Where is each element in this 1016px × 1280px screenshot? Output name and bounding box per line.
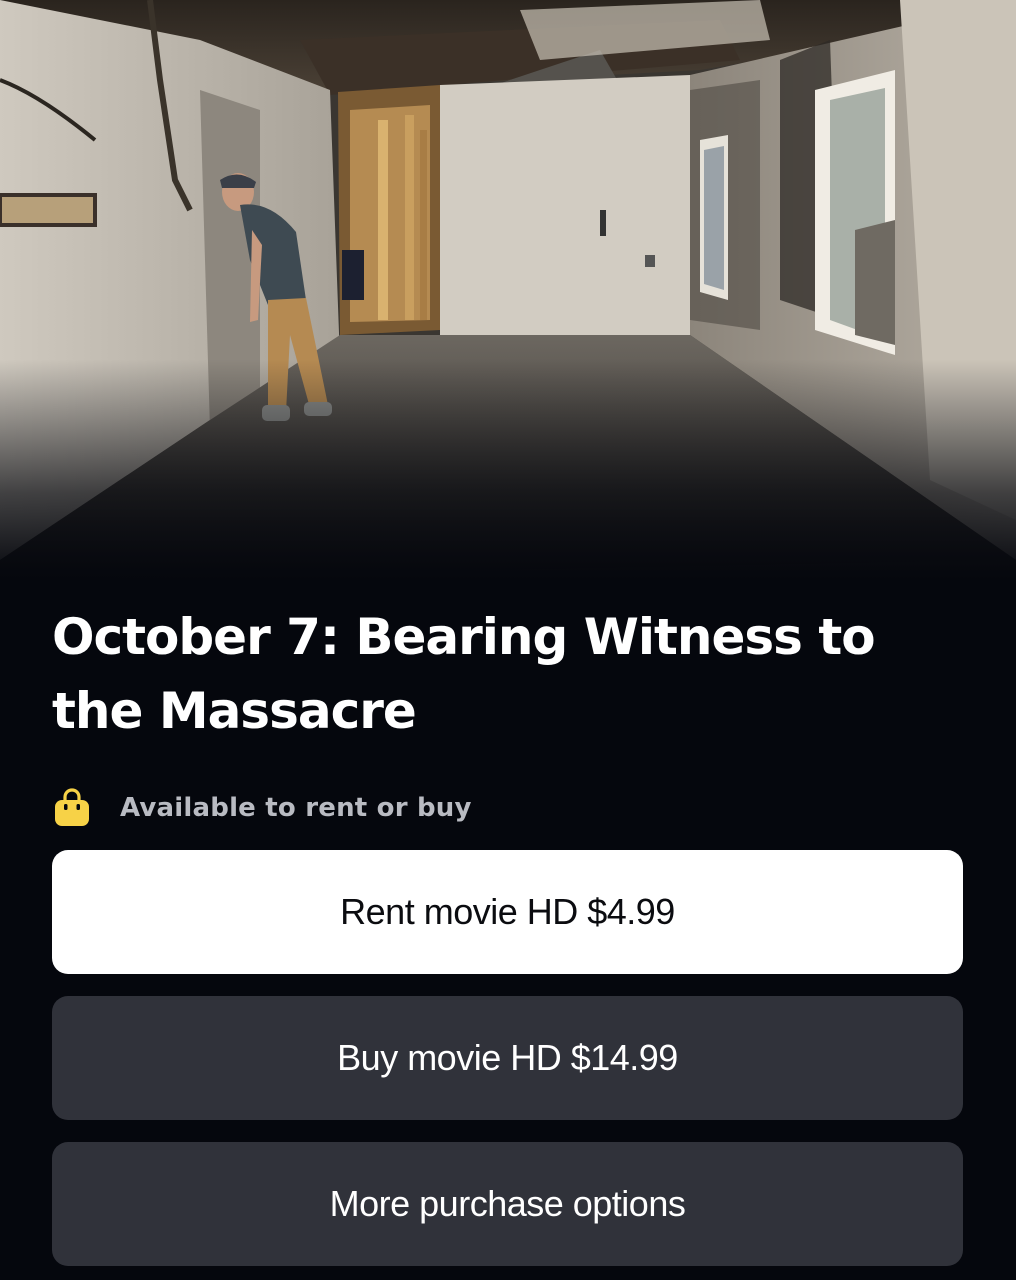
movie-title-line-1: October 7: Bearing Witness to [52, 608, 876, 666]
rent-movie-button[interactable]: Rent movie HD $4.99 [52, 850, 963, 974]
hero-image [0, 0, 1016, 580]
buy-movie-label: Buy movie HD $14.99 [337, 1037, 678, 1078]
availability-row: Available to rent or buy [52, 786, 472, 830]
movie-title-line-2: the Massacre [52, 682, 417, 740]
rent-movie-label: Rent movie HD $4.99 [340, 891, 675, 932]
availability-text: Available to rent or buy [120, 793, 472, 823]
more-purchase-options-label: More purchase options [329, 1183, 686, 1224]
more-purchase-options-button[interactable]: More purchase options [52, 1142, 963, 1266]
movie-title: October 7: Bearing Witness to the Massac… [52, 600, 952, 748]
hero-illustration [0, 0, 1016, 580]
shopping-bag-icon [52, 788, 92, 828]
buy-movie-button[interactable]: Buy movie HD $14.99 [52, 996, 963, 1120]
